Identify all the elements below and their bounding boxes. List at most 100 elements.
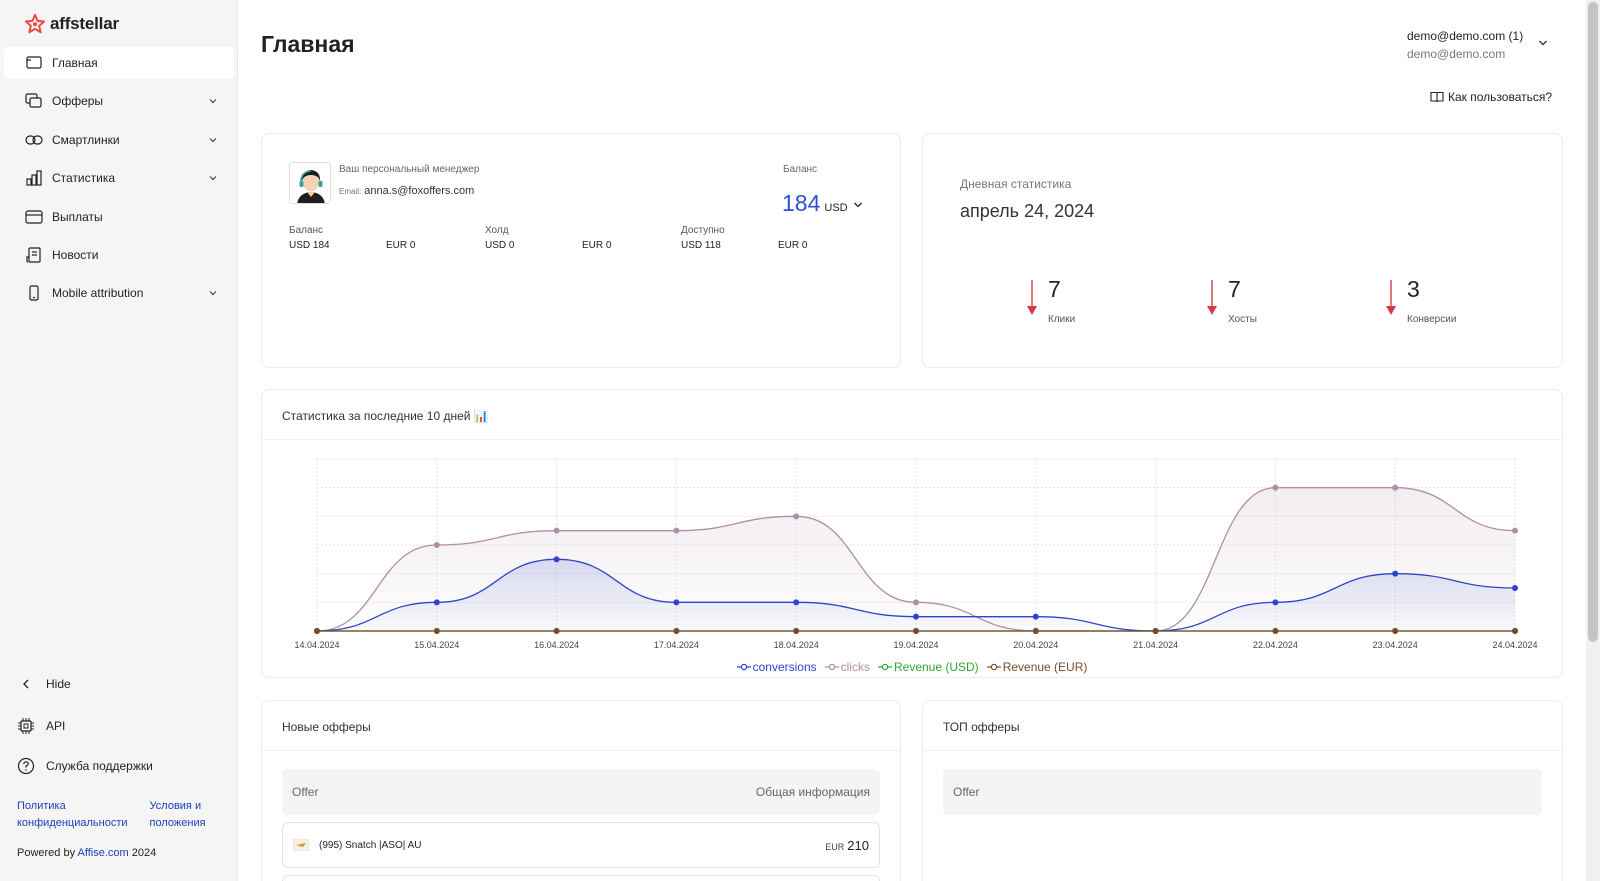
legend-label: conversions: [752, 660, 817, 674]
chevron-down-icon[interactable]: [206, 171, 220, 185]
hide-sidebar-button[interactable]: Hide: [16, 674, 222, 694]
scrollbar-thumb[interactable]: [1588, 2, 1598, 642]
help-link[interactable]: Как пользоваться?: [1430, 90, 1552, 104]
sidebar-item-label: Офферы: [52, 94, 104, 109]
balance-value: 184: [782, 190, 821, 216]
sidebar-item-label: Новости: [52, 247, 99, 262]
affise-link[interactable]: Affise.com: [78, 847, 129, 859]
sidebar-item-payouts[interactable]: Выплаты: [4, 201, 234, 233]
stat-value: 7: [1228, 276, 1241, 302]
support-link[interactable]: Служба поддержки: [16, 756, 222, 776]
footer-links: Политика конфиденциальности Условия и поло…: [17, 798, 227, 832]
x-tick-label: 24.04.2024: [1492, 640, 1537, 650]
data-point: [913, 599, 919, 606]
data-point: [793, 513, 800, 520]
chevron-down-icon[interactable]: [206, 286, 220, 300]
stat-label: Клики: [1048, 314, 1076, 325]
sidebar: affstellar Главная Офферы Смартлинки Ста…: [0, 0, 238, 881]
daily-stats-card: Дневная статистика апрель 24, 2024 7 Кли…: [922, 133, 1563, 368]
x-tick-label: 19.04.2024: [893, 640, 938, 650]
legend-marker-icon: [986, 663, 1001, 671]
available-group-values: USD 118 EUR 0: [681, 240, 808, 251]
x-tick-label: 21.04.2024: [1133, 640, 1178, 650]
stat-label: Хосты: [1228, 314, 1257, 325]
chart-legend: conversions clicks Revenue (USD) Revenue (E…: [262, 660, 1562, 674]
data-point: [673, 527, 680, 534]
data-point: [314, 628, 320, 634]
terms-link[interactable]: Условия и положения: [150, 798, 206, 832]
top-offers-title: ТОП офферы: [943, 720, 1020, 734]
data-point: [1512, 585, 1518, 591]
table-row[interactable]: (995) Snatch |ASO| AU EUR 210: [282, 822, 880, 868]
data-point: [1512, 527, 1518, 534]
daily-stats-date: апрель 24, 2024: [960, 201, 1095, 221]
card-icon: [24, 208, 44, 226]
news-icon: [24, 246, 44, 264]
data-point: [1392, 570, 1399, 577]
offer-name: (995) Snatch |ASO| AU: [319, 839, 422, 851]
data-point: [1272, 484, 1279, 491]
brand-logo[interactable]: affstellar: [24, 12, 119, 36]
support-label: Служба поддержки: [46, 759, 153, 773]
sidebar-item-offers[interactable]: Офферы: [4, 85, 234, 117]
x-tick-label: 17.04.2024: [654, 640, 699, 650]
arrow-down-icon: [1027, 280, 1037, 315]
chevron-down-icon[interactable]: [206, 133, 220, 147]
column-general-info: Общая информация: [755, 785, 870, 799]
legend-item[interactable]: clicks: [824, 660, 870, 674]
data-point: [1392, 484, 1399, 491]
sidebar-item-label: Выплаты: [52, 209, 103, 224]
arrow-down-icon: [1386, 280, 1396, 315]
chevron-down-icon[interactable]: [1536, 36, 1550, 50]
privacy-policy-link[interactable]: Политика конфиденциальности: [17, 798, 128, 832]
x-tick-label: 20.04.2024: [1013, 640, 1058, 650]
sidebar-item-smartlinks[interactable]: Смартлинки: [4, 124, 234, 156]
page-scrollbar[interactable]: [1586, 0, 1600, 881]
sidebar-item-news[interactable]: Новости: [4, 239, 234, 271]
legend-item[interactable]: Revenue (USD): [877, 660, 979, 674]
mobile-icon: [24, 284, 44, 302]
legend-label: Revenue (USD): [893, 660, 979, 674]
user-secondary-email: demo@demo.com: [1407, 47, 1506, 61]
top-offers-card: ТОП офферы Offer: [922, 700, 1563, 881]
balance-currency-selector[interactable]: 184 USD: [782, 190, 864, 217]
x-tick-label: 23.04.2024: [1373, 640, 1418, 650]
data-point: [553, 628, 560, 634]
data-point: [1032, 628, 1039, 634]
legend-label: clicks: [840, 660, 870, 674]
data-point: [1512, 628, 1518, 634]
table-row[interactable]: [282, 875, 880, 881]
data-point: [1032, 613, 1039, 620]
hold-group-values: USD 0 EUR 0: [485, 240, 612, 251]
new-offers-title: Новые офферы: [282, 720, 371, 734]
legend-marker-icon: [736, 663, 751, 671]
api-label: API: [46, 719, 66, 733]
sidebar-item-label: Статистика: [52, 171, 116, 186]
offer-price: EUR 210: [825, 837, 869, 853]
book-icon: [1430, 91, 1444, 103]
sidebar-nav: Главная Офферы Смартлинки Статистика Вып…: [4, 47, 234, 316]
offers-icon: [24, 92, 44, 110]
data-point: [433, 599, 440, 606]
sidebar-item-statistics[interactable]: Статистика: [4, 162, 234, 194]
divider: [262, 750, 900, 751]
data-point: [913, 628, 919, 634]
user-primary-email: demo@demo.com (1): [1407, 29, 1524, 43]
sidebar-item-mobile-attribution[interactable]: Mobile attribution: [4, 277, 234, 309]
manager-balance-card: Ваш персональный менеджер Email: anna.s@f…: [261, 133, 901, 368]
balance-currency: USD: [824, 202, 848, 214]
user-menu[interactable]: demo@demo.com (1) demo@demo.com: [1407, 27, 1523, 63]
legend-item[interactable]: Revenue (EUR): [986, 660, 1087, 674]
data-point: [553, 556, 560, 563]
chevron-down-icon[interactable]: [206, 94, 220, 108]
offer-thumbnail-icon: [293, 839, 309, 851]
chevron-left-icon: [16, 674, 36, 694]
column-offer: Offer: [953, 785, 980, 799]
sidebar-item-home[interactable]: Главная: [4, 47, 234, 79]
balance-label: Баланс: [783, 164, 818, 175]
manager-email[interactable]: Email: anna.s@foxoffers.com: [339, 185, 474, 197]
legend-item[interactable]: conversions: [736, 660, 817, 674]
chip-icon: [16, 716, 36, 736]
bar-chart-icon: [24, 169, 44, 187]
api-link[interactable]: API: [16, 716, 222, 736]
